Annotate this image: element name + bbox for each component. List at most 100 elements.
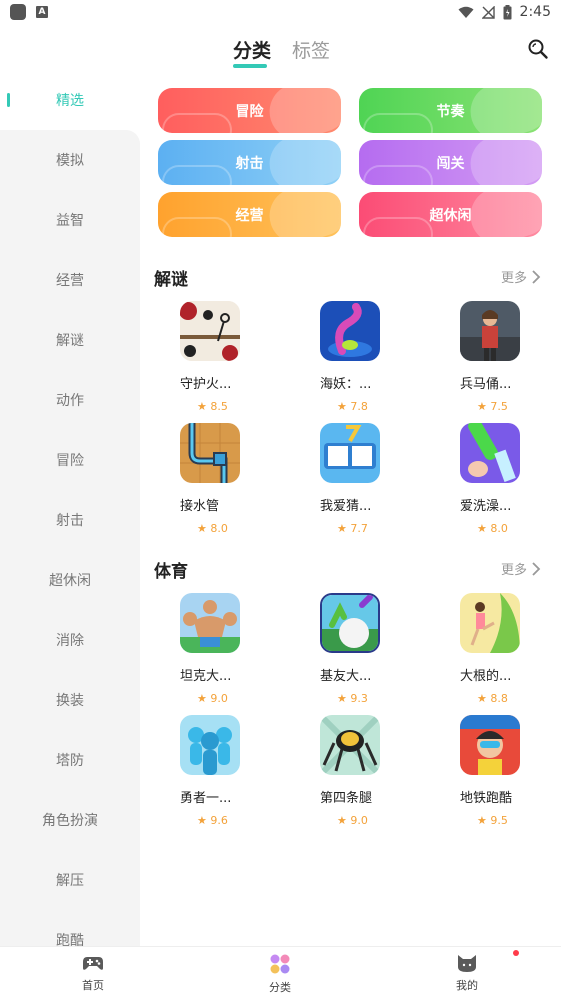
game-name: 地铁跑酷 — [460, 791, 513, 806]
game-name: 坦克大... — [180, 669, 232, 684]
game-card[interactable]: 爱洗澡... ★ 8.0 — [460, 423, 540, 535]
game-score: ★ 9.3 — [337, 692, 368, 705]
game-name: 勇者一... — [180, 791, 232, 806]
nav-label: 分类 — [269, 981, 291, 994]
game-card[interactable]: 接水管 ★ 8.0 — [180, 423, 260, 535]
nav-profile[interactable]: 我的 — [437, 953, 497, 993]
nav-label: 我的 — [456, 979, 478, 992]
game-score: ★ 7.8 — [337, 400, 368, 413]
section-title-sports: 体育 — [154, 562, 188, 582]
sidebar-item-puzzle[interactable]: 益智 — [0, 190, 140, 250]
game-card[interactable]: 我爱猜... ★ 7.7 — [320, 423, 400, 535]
kraken-icon — [320, 301, 380, 361]
word-puzzle-icon — [320, 423, 380, 483]
game-card[interactable]: 兵马俑... ★ 7.5 — [460, 301, 540, 413]
sidebar-active-indicator — [7, 93, 10, 107]
kicker-icon — [460, 593, 520, 653]
game-score: ★ 7.5 — [477, 400, 508, 413]
category-icon — [270, 954, 290, 974]
game-score: ★ 9.0 — [337, 814, 368, 827]
sidebar-item-simulation[interactable]: 模拟 — [0, 130, 140, 190]
bottom-navigation: 首页 分类 我的 — [0, 946, 561, 999]
app-screen: A 2:45 分类 标签 精选 模拟 益智 经营 解谜 动作 冒险 射击 超休闲… — [0, 0, 561, 999]
sidebar-item-featured[interactable]: 精选 — [0, 70, 140, 130]
more-button-sports[interactable]: 更多 — [501, 559, 541, 578]
game-card[interactable]: 基友大... ★ 9.3 — [320, 593, 400, 705]
more-button-riddle[interactable]: 更多 — [501, 267, 541, 286]
game-score: ★ 9.0 — [197, 692, 228, 705]
sidebar-item-dressup[interactable]: 换装 — [0, 670, 140, 730]
tab-category[interactable]: 分类 — [233, 36, 271, 63]
category-pill-rhythm[interactable]: 节奏 — [359, 88, 542, 133]
category-pill-adventure[interactable]: 冒险 — [158, 88, 341, 133]
category-pill-hypercasual[interactable]: 超休闲 — [359, 192, 542, 237]
game-name: 我爱猜... — [320, 499, 372, 514]
cat-face-icon — [458, 955, 476, 972]
stickman-icon — [180, 301, 240, 361]
chevron-right-icon — [532, 561, 541, 576]
game-score: ★ 8.0 — [477, 522, 508, 535]
sidebar-item-tower-defense[interactable]: 塔防 — [0, 730, 140, 790]
sidebar-item-management[interactable]: 经营 — [0, 250, 140, 310]
game-name: 兵马俑... — [460, 377, 512, 392]
game-card[interactable]: 第四条腿 ★ 9.0 — [320, 715, 400, 827]
notification-badge — [513, 950, 519, 956]
status-time: 2:45 — [519, 4, 551, 20]
game-score: ★ 9.5 — [477, 814, 508, 827]
washing-icon — [460, 423, 520, 483]
battery-icon — [503, 4, 512, 19]
game-name: 第四条腿 — [320, 791, 373, 806]
nav-category[interactable]: 分类 — [250, 953, 310, 995]
game-score: ★ 8.0 — [197, 522, 228, 535]
category-pill-shooting[interactable]: 射击 — [158, 140, 341, 185]
tab-active-indicator — [233, 64, 267, 68]
sidebar-item-action[interactable]: 动作 — [0, 370, 140, 430]
game-name: 基友大... — [320, 669, 372, 684]
soldier-icon — [460, 301, 520, 361]
game-score: ★ 9.6 — [197, 814, 228, 827]
snowball-icon — [320, 593, 380, 653]
nav-home[interactable]: 首页 — [63, 953, 123, 993]
category-sidebar: 精选 模拟 益智 经营 解谜 动作 冒险 射击 超休闲 消除 换装 塔防 角色扮… — [0, 74, 140, 949]
tab-tags[interactable]: 标签 — [292, 36, 330, 63]
notification-a-icon: A — [36, 6, 48, 18]
game-score: ★ 8.8 — [477, 692, 508, 705]
section-title-riddle: 解谜 — [154, 270, 188, 290]
chevron-right-icon — [532, 269, 541, 284]
status-bar: A 2:45 — [0, 0, 561, 24]
game-card[interactable]: 海妖：... ★ 7.8 — [320, 301, 400, 413]
sidebar-item-riddle[interactable]: 解谜 — [0, 310, 140, 370]
sidebar-item-hypercasual[interactable]: 超休闲 — [0, 550, 140, 610]
game-card[interactable]: 勇者一... ★ 9.6 — [180, 715, 260, 827]
game-card[interactable]: 坦克大... ★ 9.0 — [180, 593, 260, 705]
gamepad-icon — [83, 957, 103, 970]
search-icon[interactable] — [527, 38, 549, 60]
sidebar-item-match[interactable]: 消除 — [0, 610, 140, 670]
sidebar-item-adventure[interactable]: 冒险 — [0, 430, 140, 490]
no-signal-icon — [481, 5, 495, 19]
subway-surfer-icon — [460, 715, 520, 775]
game-card[interactable]: 大根的... ★ 8.8 — [460, 593, 540, 705]
pipes-icon — [180, 423, 240, 483]
spider-bot-icon — [320, 715, 380, 775]
game-name: 海妖：... — [320, 377, 372, 392]
game-name: 爱洗澡... — [460, 499, 512, 514]
game-score: ★ 7.7 — [337, 522, 368, 535]
game-name: 大根的... — [460, 669, 512, 684]
top-header: 分类 标签 — [0, 24, 561, 74]
game-card[interactable]: 地铁跑酷 ★ 9.5 — [460, 715, 540, 827]
category-pill-management[interactable]: 经营 — [158, 192, 341, 237]
sidebar-item-shooting[interactable]: 射击 — [0, 490, 140, 550]
sidebar-item-rpg[interactable]: 角色扮演 — [0, 790, 140, 850]
category-pill-levels[interactable]: 闯关 — [359, 140, 542, 185]
game-name: 接水管 — [180, 499, 220, 514]
game-score: ★ 8.5 — [197, 400, 228, 413]
wifi-icon — [458, 6, 474, 18]
game-name: 守护火... — [180, 377, 232, 392]
game-card[interactable]: 守护火... ★ 8.5 — [180, 301, 260, 413]
nav-label: 首页 — [82, 979, 104, 992]
notification-app-icon — [10, 4, 26, 20]
sidebar-item-relax[interactable]: 解压 — [0, 850, 140, 910]
crowd-icon — [180, 715, 240, 775]
muscle-man-icon — [180, 593, 240, 653]
